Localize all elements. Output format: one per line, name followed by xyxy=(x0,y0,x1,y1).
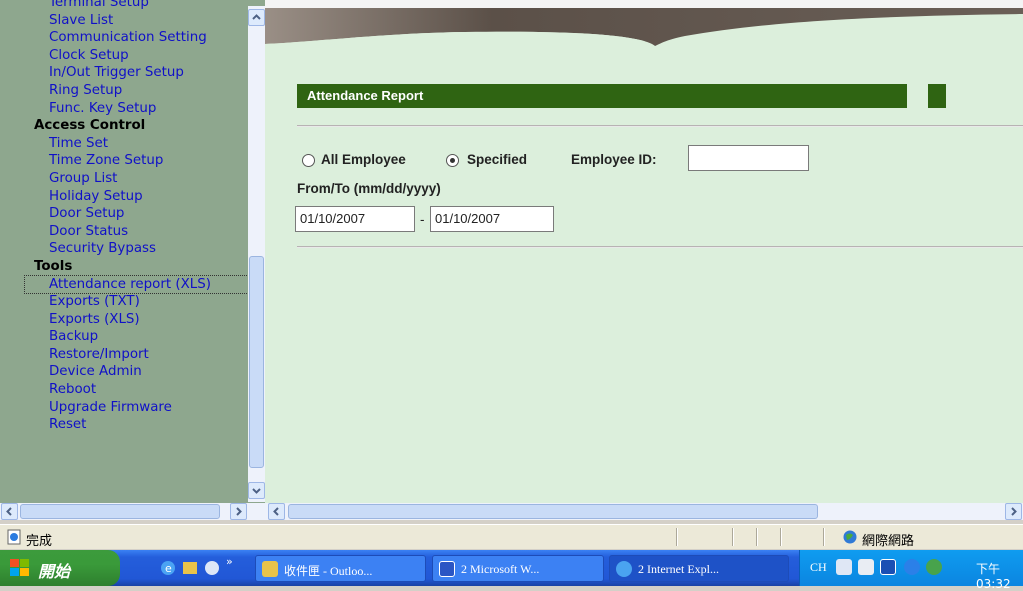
nav-item-exports-txt[interactable]: Exports (TXT) xyxy=(49,293,248,311)
nav-item-attendance-report[interactable]: Attendance report (XLS) xyxy=(24,274,265,295)
nav-item-func-key-setup[interactable]: Func. Key Setup xyxy=(49,100,248,118)
header-banner-graphic xyxy=(265,0,1023,50)
left-vertical-scrollbar[interactable] xyxy=(248,6,265,502)
content-frame: Attendance Report All Employee Specified… xyxy=(265,0,1023,503)
clock: 下午 03:32 xyxy=(976,562,1011,591)
chevron-down-icon xyxy=(252,488,261,494)
chevron-right-icon xyxy=(236,507,242,516)
ie-quicklaunch-icon[interactable]: e xyxy=(160,560,176,576)
all-employee-radio[interactable] xyxy=(302,154,315,167)
taskbar-item-word[interactable]: 2 Microsoft W... xyxy=(432,555,604,582)
employee-id-label: Employee ID: xyxy=(571,152,657,167)
divider-top xyxy=(297,125,1023,127)
nav-item-door-setup[interactable]: Door Setup xyxy=(49,205,248,223)
status-separator xyxy=(756,528,758,546)
all-employee-label: All Employee xyxy=(321,152,406,167)
scroll-thumb[interactable] xyxy=(249,256,264,468)
specified-radio[interactable] xyxy=(446,154,459,167)
ie-icon xyxy=(616,561,632,577)
nav-item-terminal-setup[interactable]: Terminal Setup xyxy=(49,0,248,12)
quicklaunch-expand-icon[interactable]: » xyxy=(226,555,233,568)
content-scroll-right-button[interactable] xyxy=(1005,503,1022,520)
report-title-bar: Attendance Report xyxy=(297,84,907,108)
divider-bottom xyxy=(297,246,1023,248)
user-status-icon[interactable] xyxy=(926,559,942,575)
nav-item-holiday-setup[interactable]: Holiday Setup xyxy=(49,188,248,206)
taskbar-item-label: 2 Microsoft W... xyxy=(461,562,540,576)
outlook-icon xyxy=(262,561,278,577)
nav-item-exports-xls[interactable]: Exports (XLS) xyxy=(49,311,248,329)
chevron-right-icon xyxy=(1011,507,1017,516)
date-range-dash: - xyxy=(420,212,425,227)
globe-icon xyxy=(843,530,857,544)
left-frame-scroll-right-button[interactable] xyxy=(230,503,247,520)
browser-status-bar: 完成 網際網路 xyxy=(0,524,1023,549)
nav-item-time-set[interactable]: Time Set xyxy=(49,135,248,153)
language-indicator[interactable]: CH xyxy=(810,560,827,575)
chevron-left-icon xyxy=(273,507,279,516)
title-decoration-square xyxy=(928,84,946,108)
taskbar-item-label: 收件匣 - Outloo... xyxy=(284,564,373,578)
media-quicklaunch-icon[interactable] xyxy=(204,560,220,576)
start-button[interactable]: 開始 xyxy=(0,550,120,586)
horizontal-scrollbars xyxy=(0,503,1023,520)
from-date-input[interactable]: 01/10/2007 xyxy=(295,206,415,232)
from-to-label: From/To (mm/dd/yyyy) xyxy=(297,181,441,196)
page-title: Attendance Report xyxy=(307,88,424,103)
taskbar-item-outlook[interactable]: 收件匣 - Outloo... xyxy=(255,555,426,582)
pen-icon[interactable] xyxy=(858,559,874,575)
nav-item-restore-import[interactable]: Restore/Import xyxy=(49,346,248,364)
nav-item-inout-trigger-setup[interactable]: In/Out Trigger Setup xyxy=(49,64,248,82)
employee-id-input[interactable] xyxy=(688,145,809,171)
nav-item-backup[interactable]: Backup xyxy=(49,328,248,346)
status-separator xyxy=(780,528,782,546)
chevron-left-icon xyxy=(6,507,12,516)
nav-section-tools: Tools xyxy=(34,258,73,274)
outlook-quicklaunch-icon[interactable] xyxy=(182,560,198,576)
specified-label: Specified xyxy=(467,152,528,167)
nav-item-reset[interactable]: Reset xyxy=(49,416,248,434)
chevron-up-icon xyxy=(252,14,261,20)
nav-item-ring-setup[interactable]: Ring Setup xyxy=(49,82,248,100)
taskbar-item-label: 2 Internet Expl... xyxy=(638,562,719,576)
ime-icon[interactable] xyxy=(880,559,896,575)
radio-selected-dot xyxy=(450,158,455,163)
nav-item-door-status[interactable]: Door Status xyxy=(49,223,248,241)
nav-menu: Terminal Setup Slave List Communication … xyxy=(0,0,265,434)
to-date-input[interactable]: 01/10/2007 xyxy=(430,206,554,232)
status-separator xyxy=(823,528,825,546)
status-separator xyxy=(676,528,678,546)
nav-section-access-control: Access Control xyxy=(34,118,146,134)
nav-item-reboot[interactable]: Reboot xyxy=(49,381,248,399)
scroll-up-button[interactable] xyxy=(248,9,265,26)
nav-item-security-bypass[interactable]: Security Bypass xyxy=(49,240,248,258)
nav-item-upgrade-firmware[interactable]: Upgrade Firmware xyxy=(49,399,248,417)
system-tray: CH 下午 03:32 xyxy=(799,550,1023,591)
windows-logo-icon xyxy=(10,559,29,576)
ie-page-icon xyxy=(7,529,21,545)
taskbar-item-internet-explorer[interactable]: 2 Internet Expl... xyxy=(609,555,789,582)
nav-item-communication-setting[interactable]: Communication Setting xyxy=(49,29,248,47)
left-frame-hscroll-thumb[interactable] xyxy=(20,504,220,519)
content-hscroll-thumb[interactable] xyxy=(288,504,818,519)
svg-text:e: e xyxy=(165,562,172,575)
nav-item-slave-list[interactable]: Slave List xyxy=(49,12,248,30)
status-text: 完成 xyxy=(26,534,53,549)
keyboard-icon[interactable] xyxy=(836,559,852,575)
status-separator xyxy=(732,528,734,546)
nav-item-device-admin[interactable]: Device Admin xyxy=(49,363,248,381)
nav-item-time-zone-setup[interactable]: Time Zone Setup xyxy=(49,152,248,170)
security-zone-text: 網際網路 xyxy=(862,534,915,549)
content-scroll-left-button[interactable] xyxy=(268,503,285,520)
word-icon xyxy=(439,561,455,577)
left-frame-scroll-left-button[interactable] xyxy=(1,503,18,520)
left-nav-frame: Terminal Setup Slave List Communication … xyxy=(0,0,265,503)
windows-taskbar: 開始 e » 收件匣 - Outloo... 2 Microsoft W... … xyxy=(0,550,1023,591)
nav-item-group-list[interactable]: Group List xyxy=(49,170,248,188)
nav-item-clock-setup[interactable]: Clock Setup xyxy=(49,47,248,65)
start-label: 開始 xyxy=(38,562,71,581)
expand-tray-icon[interactable] xyxy=(904,559,920,575)
scroll-down-button[interactable] xyxy=(248,482,265,499)
